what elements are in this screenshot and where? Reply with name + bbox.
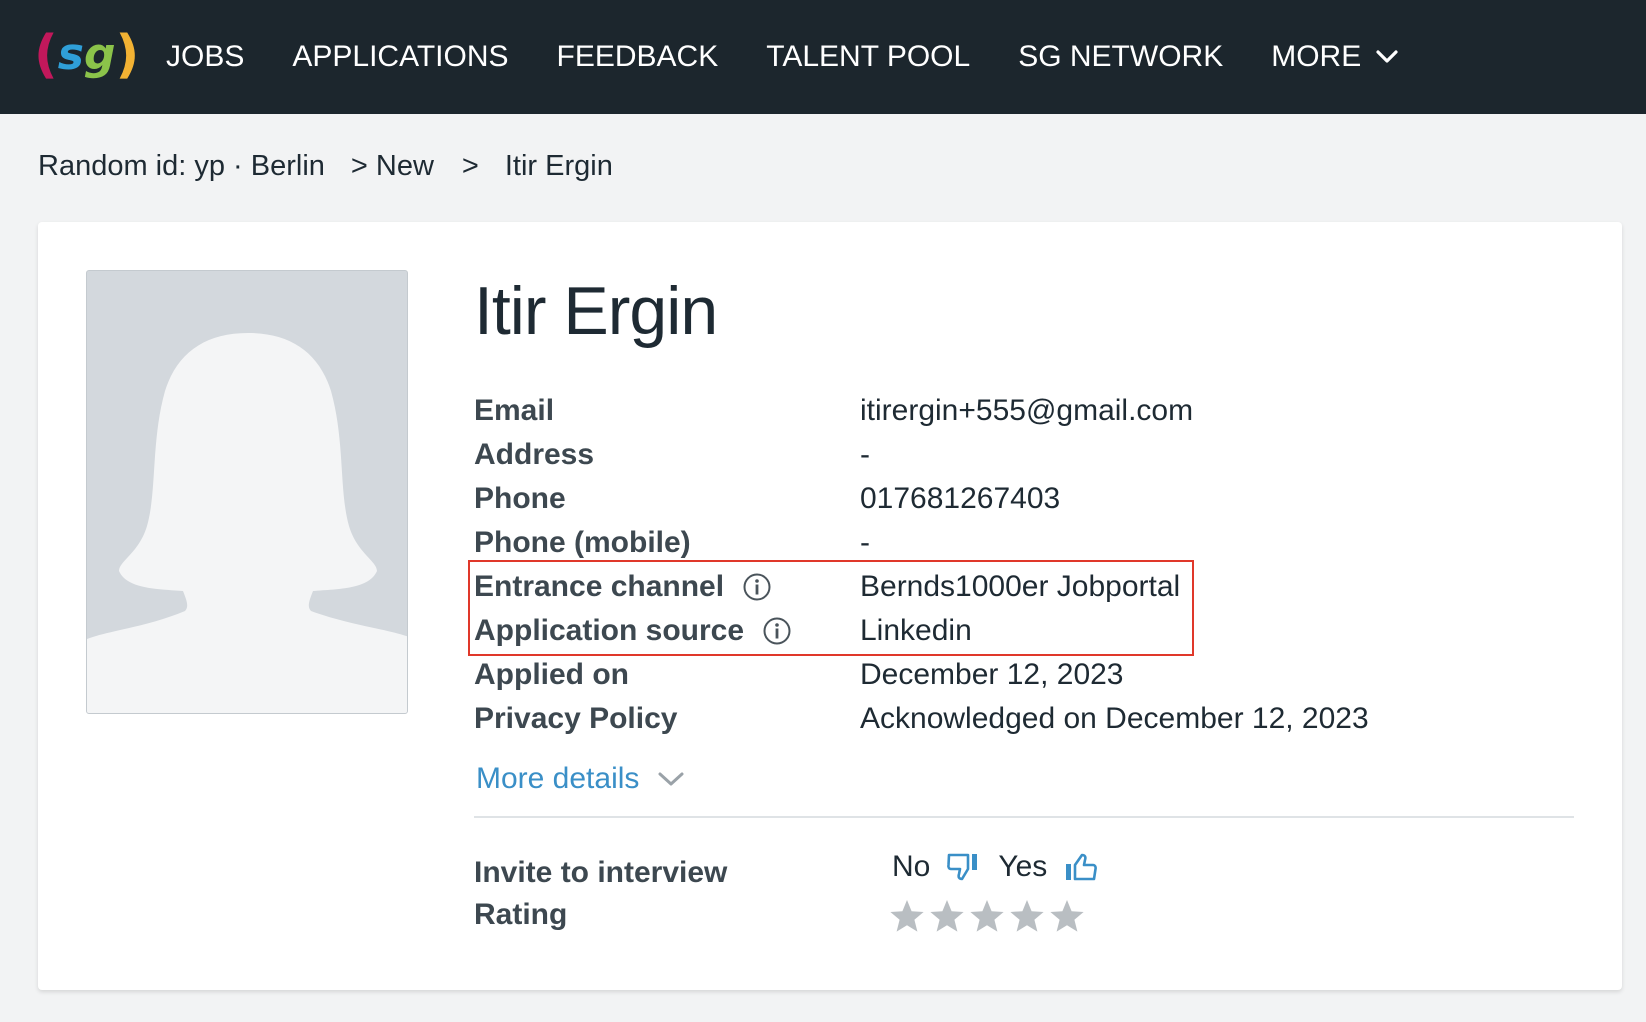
invite-no-label: No: [892, 850, 931, 883]
applied-on-value: December 12, 2023: [860, 658, 1124, 691]
thumbs-up-icon: [1066, 853, 1098, 881]
nav-sg-network[interactable]: SG NETWORK: [1018, 40, 1223, 74]
nav-feedback[interactable]: FEEDBACK: [557, 40, 719, 74]
top-navigation-bar: (s g) JOBS APPLICATIONS FEEDBACK TALENT P…: [0, 0, 1646, 114]
address-value: -: [860, 438, 870, 471]
chevron-down-icon: [1376, 50, 1398, 63]
invite-yes-button[interactable]: Yes: [998, 850, 1098, 884]
star-icon[interactable]: [888, 898, 926, 934]
nav-jobs-label: JOBS: [166, 40, 245, 73]
email-value[interactable]: itirergin+555@gmail.com: [860, 394, 1193, 428]
invite-options: No Yes: [892, 850, 1098, 884]
candidate-card: Itir Ergin Email itirergin+555@gmail.com…: [38, 222, 1622, 990]
more-details-label: More details: [476, 762, 640, 795]
phone-value[interactable]: 017681267403: [860, 482, 1060, 516]
star-icon[interactable]: [1048, 898, 1086, 934]
breadcrumb-stage[interactable]: > New: [351, 150, 434, 183]
nav-feedback-label: FEEDBACK: [556, 40, 719, 73]
nav-more[interactable]: MORE: [1271, 40, 1399, 74]
detail-row-address: Address -: [474, 434, 1474, 478]
detail-row-email: Email itirergin+555@gmail.com: [474, 390, 1474, 434]
invite-no-button[interactable]: No: [892, 850, 980, 884]
more-details-link[interactable]: More details: [476, 762, 685, 796]
privacy-policy-value: Acknowledged on December 12, 2023: [860, 702, 1369, 735]
privacy-policy-label: Privacy Policy: [474, 702, 678, 735]
detail-row-applied-on: Applied on December 12, 2023: [474, 654, 1474, 698]
rating-label: Rating: [474, 898, 568, 931]
nav-applications[interactable]: APPLICATIONS: [292, 40, 508, 74]
breadcrumb-candidate: Itir Ergin: [504, 150, 613, 182]
thumbs-down-icon: [947, 853, 978, 881]
address-label: Address: [474, 438, 595, 471]
nav-talent-pool[interactable]: TALENT POOL: [766, 40, 970, 74]
phone-mobile-label: Phone (mobile): [474, 526, 691, 559]
section-divider: [474, 816, 1574, 818]
chevron-down-icon: [658, 772, 684, 786]
nav-jobs[interactable]: JOBS: [166, 40, 244, 74]
email-label: Email: [474, 394, 555, 427]
avatar-placeholder-icon: [87, 333, 407, 713]
applied-on-label: Applied on: [474, 658, 629, 691]
star-icon[interactable]: [928, 898, 966, 934]
invite-yes-label: Yes: [998, 850, 1048, 883]
breadcrumb-separator: >: [461, 150, 479, 182]
detail-row-privacy-policy: Privacy Policy Acknowledged on December …: [474, 698, 1474, 742]
star-icon[interactable]: [968, 898, 1006, 934]
rating-stars: [888, 898, 1088, 934]
phone-mobile-value: -: [860, 526, 870, 559]
nav-more-label: MORE: [1271, 40, 1362, 73]
avatar: [86, 270, 408, 714]
nav-sg-network-label: SG NETWORK: [1018, 40, 1224, 73]
invite-label: Invite to interview: [474, 856, 728, 889]
star-icon[interactable]: [1008, 898, 1046, 934]
sg-logo[interactable]: (s g): [34, 22, 139, 88]
breadcrumb: Random id: yp · Berlin > New > Itir Ergi…: [38, 150, 613, 183]
candidate-name: Itir Ergin: [474, 273, 718, 349]
detail-row-phone: Phone 017681267403: [474, 478, 1474, 522]
phone-label: Phone: [474, 482, 566, 515]
breadcrumb-job[interactable]: Random id: yp · Berlin: [38, 150, 325, 183]
main-nav: JOBS APPLICATIONS FEEDBACK TALENT POOL S…: [166, 0, 1447, 114]
highlight-box: [468, 560, 1194, 656]
nav-applications-label: APPLICATIONS: [292, 40, 509, 73]
nav-talent-pool-label: TALENT POOL: [766, 40, 971, 73]
